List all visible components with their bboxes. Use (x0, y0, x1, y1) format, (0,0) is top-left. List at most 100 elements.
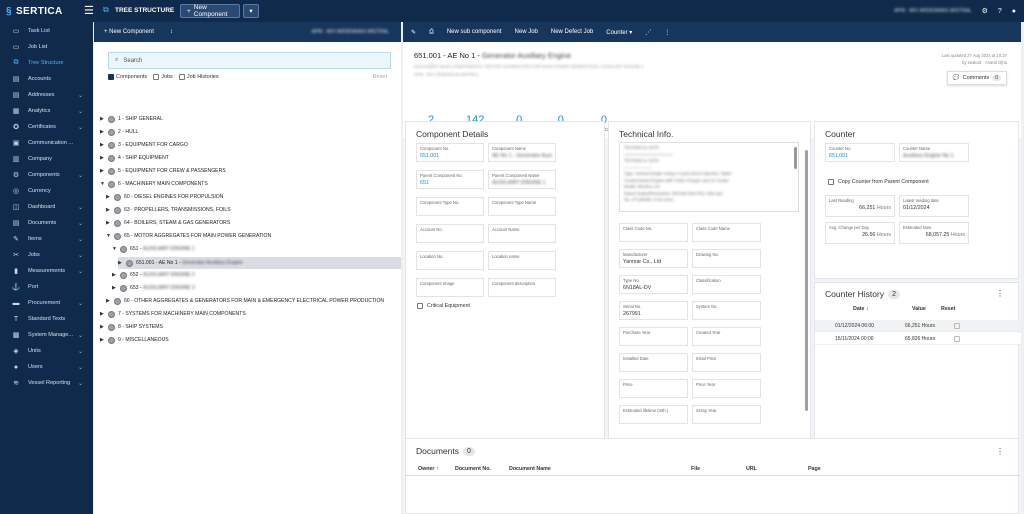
technical-text-area[interactable]: TECHNICAL DATA ==================== TECHNI… (619, 142, 799, 212)
doc-column-file[interactable]: File (691, 466, 700, 472)
tree-node[interactable]: ▼ 65 - MOTOR AGGREGATES FOR MAIN POWER GE… (106, 230, 271, 242)
tree-node[interactable]: ▶ 66 - OTHER AGGREGATES & GENERATORS FOR … (106, 295, 384, 307)
sidebar-item-jobs[interactable]: ✂ Jobs ⌄ (0, 247, 93, 263)
counter-history-row[interactable]: 01/12/2024 06:00 66,251 Hours (815, 320, 1021, 332)
share-icon[interactable]: ⋰ (645, 29, 651, 36)
edit-icon[interactable]: ✎ (411, 29, 416, 36)
expand-arrow-icon[interactable]: ▶ (100, 116, 108, 122)
expand-arrow-icon[interactable]: ▶ (100, 311, 108, 317)
sidebar-item-system-management[interactable]: ▩ System Manage... ⌄ (0, 327, 93, 343)
sidebar-item-currency[interactable]: ◎ Currency (0, 183, 93, 199)
copy-counter-checkbox[interactable]: Copy Counter from Parent Component (828, 179, 929, 185)
tree-node[interactable]: ▶ 5 - EQUIPMENT FOR CREW & PASSENGERS (100, 165, 226, 177)
expand-arrow-icon[interactable]: ▶ (106, 220, 114, 226)
field-component-type-name[interactable]: Component Type Name (488, 197, 556, 216)
sidebar-item-procurement[interactable]: ▬ Procurement ⌄ (0, 295, 93, 311)
vessel-selector[interactable]: APM - M/V ARDENNAIS MISTRAL (894, 8, 972, 14)
sidebar-item-measurements[interactable]: ▮ Measurements ⌄ (0, 263, 93, 279)
sidebar-item-units[interactable]: ◈ Units ⌄ (0, 343, 93, 359)
doc-column-page[interactable]: Page (808, 466, 821, 472)
doc-column-document-no[interactable]: Document No. (455, 466, 491, 472)
expand-arrow-icon[interactable]: ▶ (100, 155, 108, 161)
tree-node[interactable]: ▶ 63 - PROPELLERS, TRANSMISSIONS, FOILS (106, 204, 231, 216)
sidebar-item-users[interactable]: ● Users ⌄ (0, 359, 93, 375)
tree-node[interactable]: ▶ 652 - AUXILIARY ENGINE 2 (112, 269, 195, 281)
field-account-no[interactable]: Account No. (416, 224, 484, 243)
tree-node[interactable]: ▶ 2 - HULL (100, 126, 138, 138)
new-component-button[interactable]: + New Component (180, 4, 240, 18)
field-account-name[interactable]: Account Name (488, 224, 556, 243)
doc-column-owner[interactable]: Owner ↑ (418, 466, 439, 472)
field-price-year[interactable]: Price Year (692, 379, 761, 398)
reset-checkbox[interactable] (954, 335, 960, 342)
collapse-arrow-icon[interactable]: ▼ (100, 181, 108, 187)
doc-column-document-name[interactable]: Document Name (509, 466, 551, 472)
sidebar-item-addresses[interactable]: ▤ Addresses ⌄ (0, 87, 93, 103)
critical-equipment-checkbox[interactable]: Critical Equipment (417, 303, 470, 309)
field-class-code-name[interactable]: Class Code Name (692, 223, 761, 242)
value-column-header[interactable]: Value (912, 306, 926, 312)
tree-node[interactable]: ▶ 1 - SHIP GENERAL (100, 113, 163, 125)
field-component-name[interactable]: Component NameAE No 1 - Generator Auxili… (488, 143, 556, 162)
field-estimated-lifetime-mth[interactable]: Estimated lifetime (mth.) (619, 405, 688, 424)
reset-filters-button[interactable]: Reset (373, 74, 387, 80)
technical-card-scrollbar[interactable] (805, 150, 808, 411)
settings-gear-icon[interactable]: ⚙ (982, 7, 988, 15)
tree-node[interactable]: ▶ 4 - SHIP EQUIPMENT (100, 152, 169, 164)
field-initial-price[interactable]: Initial Price (692, 353, 761, 372)
print-icon[interactable]: ⎙ (429, 29, 434, 36)
sidebar-item-items[interactable]: ✎ Items ⌄ (0, 231, 93, 247)
field-location-no[interactable]: Location No. (416, 251, 484, 270)
counter-dropdown[interactable]: Counter ▾ (606, 29, 632, 36)
tree-node[interactable]: ▶ 60 - DIESEL ENGINES FOR PROPULSION (106, 191, 223, 203)
field-created-year[interactable]: Created Year (692, 327, 761, 346)
date-column-header[interactable]: Date ↓ (853, 306, 869, 312)
filter-job-histories-checkbox[interactable]: Job Histories (178, 74, 219, 80)
field-scrap-year[interactable]: Scrap Year (692, 405, 761, 424)
last-reading-field[interactable]: Last Reading 66,251 Hours (825, 195, 895, 217)
sidebar-item-analytics[interactable]: ▦ Analytics ⌄ (0, 103, 93, 119)
hamburger-menu-icon[interactable]: ☰ (84, 4, 94, 17)
sidebar-item-job-list[interactable]: ▭ Job List (0, 39, 93, 55)
counter-history-row[interactable]: 15/11/2024 00:00 65,826 Hours (815, 333, 1021, 345)
counter-name-field[interactable]: Counter Name Auxiliary Engine No 1 (899, 143, 969, 162)
field-purchase-year[interactable]: Purchase Year (619, 327, 688, 346)
documents-more-icon[interactable]: ⋮ (996, 447, 1004, 456)
field-system-no[interactable]: System No. (692, 301, 761, 320)
field-price[interactable]: Price (619, 379, 688, 398)
sidebar-item-port[interactable]: ⚓ Port (0, 279, 93, 295)
tree-node[interactable]: ▶ 3 - EQUIPMENT FOR CARGO (100, 139, 188, 151)
reset-column-header[interactable]: Reset (941, 306, 955, 312)
expand-arrow-icon[interactable]: ▶ (118, 260, 126, 266)
filter-jobs-checkbox[interactable]: Jobs (153, 74, 173, 80)
field-component-description[interactable]: Component description (488, 278, 556, 297)
sidebar-item-dashboard[interactable]: ◫ Dashboard ⌄ (0, 199, 93, 215)
reset-checkbox[interactable] (954, 322, 960, 329)
text-scrollbar[interactable] (794, 147, 797, 169)
tree-node[interactable]: ▶ 651.001 - AE No 1 - Generator Auxiliary… (118, 257, 401, 269)
tree-node[interactable]: ▶ 64 - BOILERS, STEAM & GAS GENERATORS (106, 217, 230, 229)
field-parent-component-name[interactable]: Parent Component Name AUXILIARY ENGINE 1 (488, 170, 556, 189)
expand-arrow-icon[interactable]: ▶ (106, 194, 114, 200)
sidebar-item-documents[interactable]: ▤ Documents ⌄ (0, 215, 93, 231)
more-options-icon[interactable]: ⋮ (664, 29, 670, 36)
counter-history-more-icon[interactable]: ⋮ (996, 289, 1004, 298)
field-component-image[interactable]: Component Image (416, 278, 484, 297)
field-component-no[interactable]: Component No. 651.001 (416, 143, 484, 162)
expand-arrow-icon[interactable]: ▶ (106, 298, 114, 304)
field-type-no[interactable]: Type No. 6N18AL-DV (619, 275, 688, 294)
sidebar-item-vessel-reporting[interactable]: ≋ Vessel Reporting ⌄ (0, 375, 93, 391)
expand-arrow-icon[interactable]: ▶ (100, 129, 108, 135)
filter-components-checkbox[interactable]: Components (108, 74, 147, 80)
doc-column-url[interactable]: URL (746, 466, 757, 472)
expand-arrow-icon[interactable]: ▶ (100, 168, 108, 174)
comments-button[interactable]: 💬 Comments 0 (946, 71, 1007, 85)
avg-change-field[interactable]: Avg. Change per Day 26.56 Hours (825, 222, 895, 244)
new-job-button[interactable]: New Job (515, 29, 538, 35)
field-installed-date[interactable]: Installed Date (619, 353, 688, 372)
field-class-code-no[interactable]: Class Code No. (619, 223, 688, 242)
sidebar-item-accounts[interactable]: ▤ Accounts (0, 71, 93, 87)
estimated-now-field[interactable]: Estimated Now 68,057.25 Hours (899, 222, 969, 244)
expand-arrow-icon[interactable]: ▶ (100, 142, 108, 148)
field-location-name[interactable]: Location name (488, 251, 556, 270)
